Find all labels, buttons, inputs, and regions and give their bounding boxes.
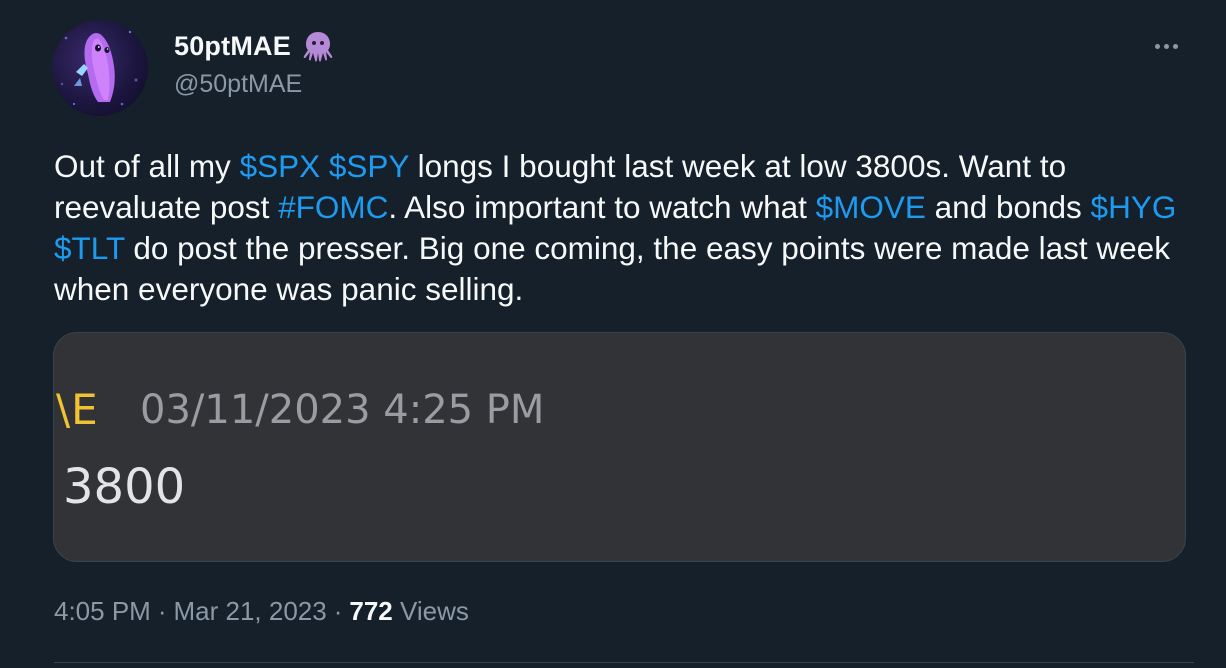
more-options-icon-dot [1172, 43, 1178, 49]
tweet-date[interactable]: Mar 21, 2023 [174, 596, 327, 627]
views-label: Views [400, 596, 469, 626]
media-message: 3800 [63, 459, 186, 515]
tweet-text-segment: Out of all my [54, 148, 240, 184]
tweet-text-segment: and bonds [925, 189, 1091, 225]
avatar-image-icon [60, 30, 138, 106]
media-timestamp: 03/11/2023 4:25 PM [140, 387, 545, 433]
author-handle[interactable]: @50ptMAE [174, 70, 302, 99]
avatar[interactable] [52, 20, 148, 116]
octopus-emoji-icon [299, 29, 337, 63]
views-count: 772 [349, 596, 393, 626]
hashtag-link-fomc[interactable]: #FOMC [278, 189, 388, 225]
tweet-time[interactable]: 4:05 PM [54, 596, 151, 627]
tweet-text-segment [320, 148, 329, 184]
tweet-text-segment: do post the presser. Big one coming, the… [54, 230, 1170, 307]
tweet-container: 50ptMAE @50ptMAE Out of all my $SPX $SPY… [0, 0, 1226, 668]
tweet-text: Out of all my $SPX $SPY longs I bought l… [54, 146, 1194, 310]
more-options-icon-dot [1163, 43, 1169, 49]
more-options-icon [1154, 43, 1160, 49]
divider [54, 662, 1194, 663]
tweet-meta: 4:05 PM · Mar 21, 2023 · 772 Views [54, 596, 469, 627]
cashtag-link-move[interactable]: $MOVE [816, 189, 926, 225]
more-options-button[interactable] [1148, 32, 1184, 60]
author-name-row[interactable]: 50ptMAE [174, 28, 337, 64]
display-name[interactable]: 50ptMAE [174, 31, 291, 62]
cashtag-link-tlt[interactable]: $TLT [54, 230, 125, 266]
attached-media-image[interactable]: \E 03/11/2023 4:25 PM 3800 [53, 332, 1186, 562]
cashtag-link-spx[interactable]: $SPX [240, 148, 321, 184]
cashtag-link-hyg[interactable]: $HYG [1091, 189, 1177, 225]
media-author-fragment: \E [56, 385, 99, 434]
tweet-text-segment: . Also important to watch what [388, 189, 816, 225]
views-stat[interactable]: 772 Views [349, 596, 469, 627]
meta-separator: · [157, 596, 167, 626]
meta-separator: · [333, 596, 343, 626]
cashtag-link-spy[interactable]: $SPY [329, 148, 409, 184]
